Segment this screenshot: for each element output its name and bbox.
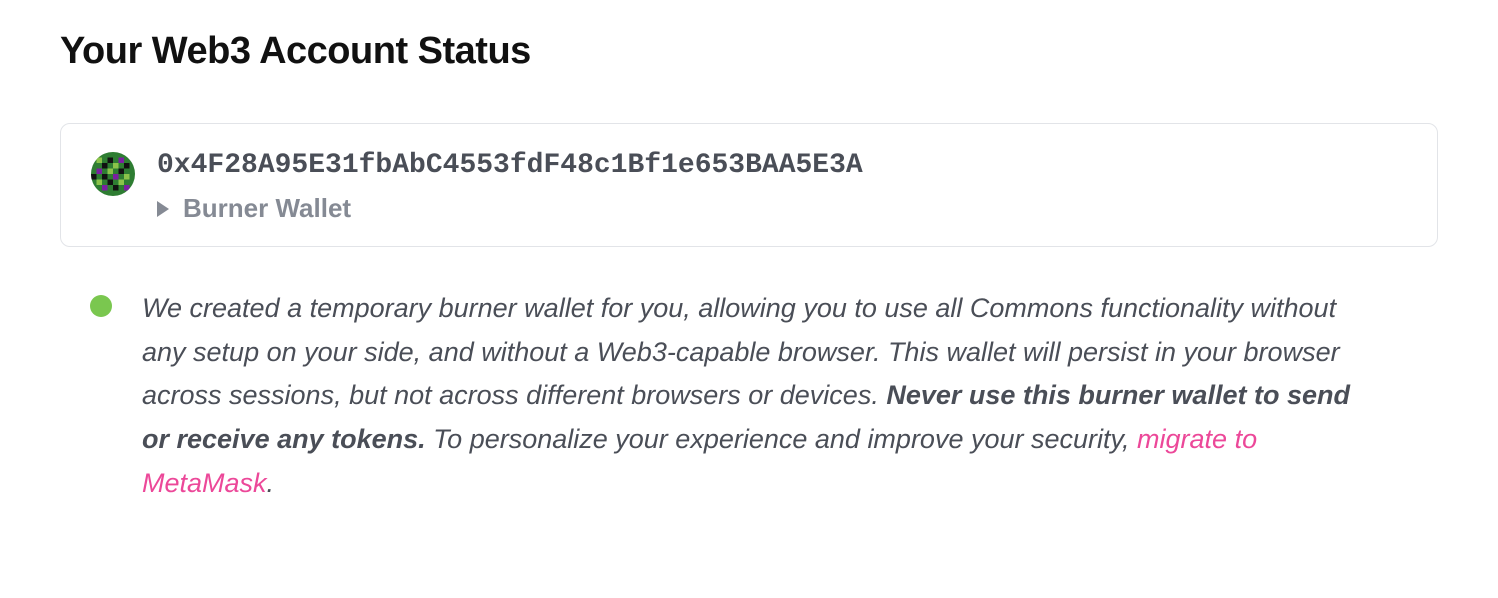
status-dot-icon — [90, 295, 112, 317]
page-title: Your Web3 Account Status — [60, 30, 1438, 73]
status-info: We created a temporary burner wallet for… — [60, 287, 1438, 506]
wallet-type-toggle[interactable]: Burner Wallet — [157, 193, 1407, 224]
wallet-type-label: Burner Wallet — [183, 193, 351, 224]
wallet-address: 0x4F28A95E31fbAbC4553fdF48c1Bf1e653BAA5E… — [157, 150, 1407, 181]
wallet-card-body: 0x4F28A95E31fbAbC4553fdF48c1Bf1e653BAA5E… — [157, 150, 1407, 224]
status-text-2: To personalize your experience and impro… — [426, 424, 1137, 454]
wallet-avatar-icon — [91, 152, 135, 196]
status-paragraph: We created a temporary burner wallet for… — [142, 287, 1372, 506]
status-text-3: . — [267, 468, 275, 498]
wallet-card: 0x4F28A95E31fbAbC4553fdF48c1Bf1e653BAA5E… — [60, 123, 1438, 247]
triangle-right-icon — [157, 201, 169, 217]
